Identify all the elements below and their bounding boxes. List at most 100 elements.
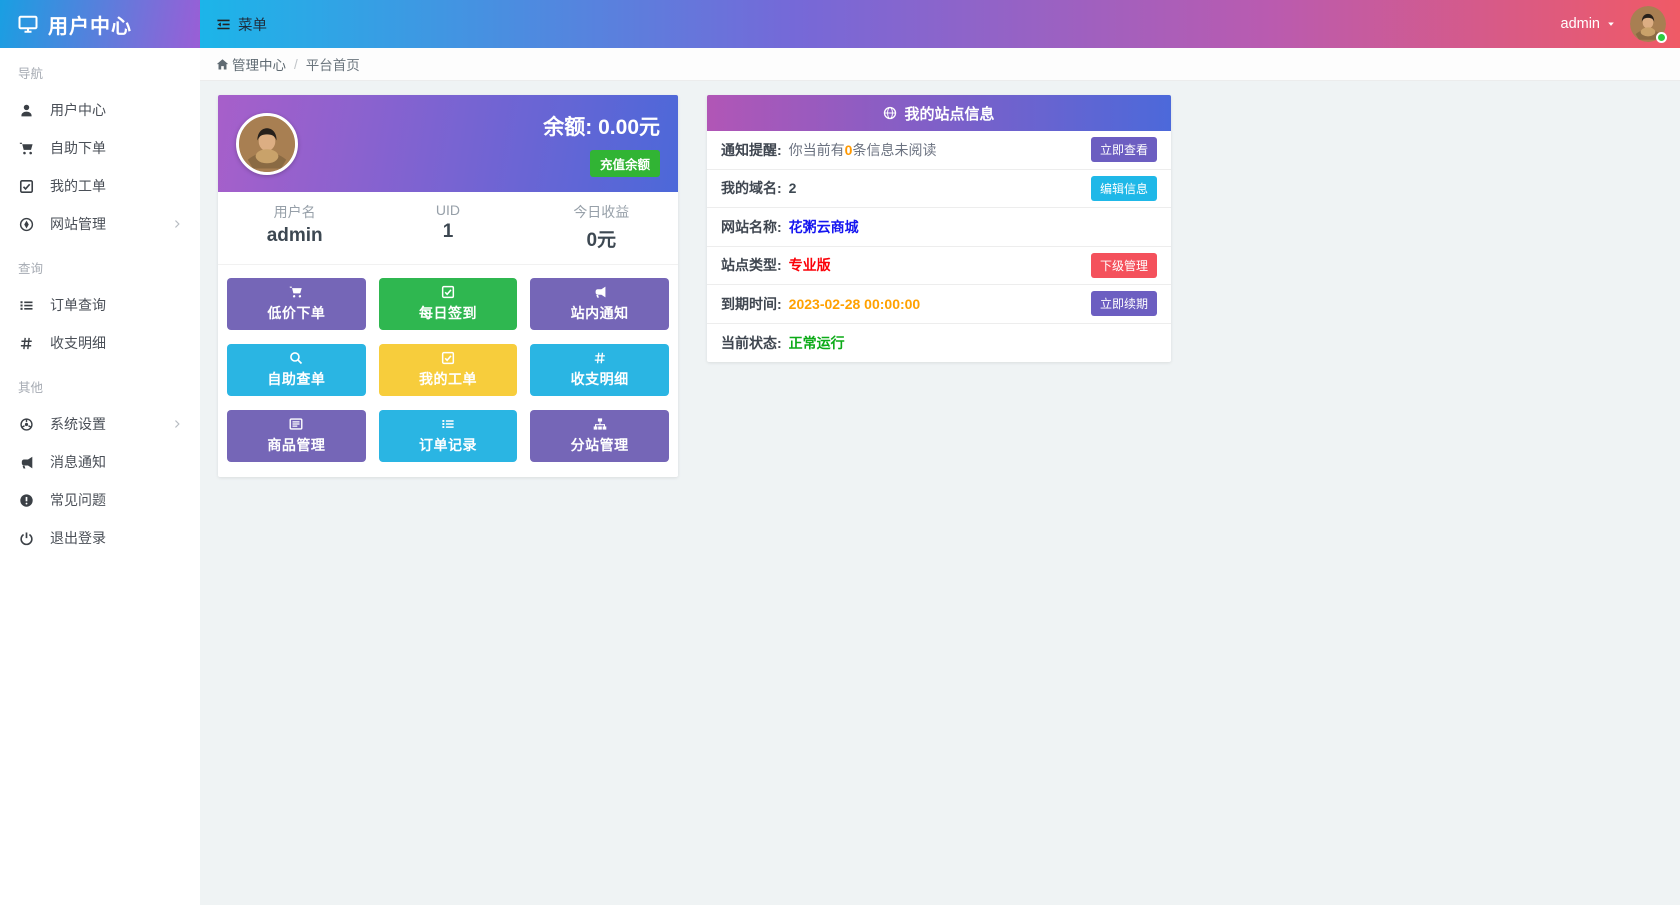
site-info-rows: 通知提醒:你当前有0条信息未阅读立即查看我的域名:2编辑信息网站名称:花粥云商城… [707, 131, 1171, 362]
row-label: 网站名称: [721, 217, 782, 237]
search-icon [289, 351, 303, 365]
profile-stat: 今日收益0元 [525, 202, 678, 252]
check-square-icon [441, 285, 455, 299]
site-info-row-expire-time: 到期时间: 2023-02-28 00:00:00 立即续期 [707, 285, 1171, 324]
sidebar-item-label: 网站管理 [50, 214, 106, 234]
menu-toggle-label: 菜单 [238, 14, 267, 35]
action-button-daily-checkin[interactable]: 每日签到 [379, 278, 518, 330]
row-value: 正常运行 [789, 333, 845, 353]
action-button-label: 每日签到 [419, 303, 477, 323]
sidebar-item-order-query[interactable]: 订单查询 [0, 286, 200, 324]
compass-icon [18, 217, 35, 232]
site-info-row-domain: 我的域名:2编辑信息 [707, 170, 1171, 209]
user-dropdown[interactable]: admin [1561, 16, 1617, 32]
topbar: 用户中心 菜单 admin [0, 0, 1680, 48]
cart-icon [18, 141, 35, 156]
cart-icon [289, 285, 303, 299]
caret-down-icon [1606, 19, 1616, 29]
sidebar-item-finance-detail[interactable]: 收支明细 [0, 324, 200, 362]
sidebar-item-my-tickets[interactable]: 我的工单 [0, 167, 200, 205]
content-area: 余额: 0.00元 充值余额 用户名adminUID1今日收益0元 低价下单 每日… [200, 81, 1680, 477]
sidebar-item-label: 收支明细 [50, 333, 106, 353]
row-label: 站点类型: [721, 255, 782, 275]
settings-icon [18, 417, 35, 432]
site-info-row-site-type: 站点类型: 专业版 下级管理 [707, 247, 1171, 286]
action-button-site-notice[interactable]: 站内通知 [530, 278, 669, 330]
breadcrumb-home-label: 管理中心 [232, 54, 286, 74]
check-square-icon [18, 179, 35, 194]
action-button-self-query[interactable]: 自助查单 [227, 344, 366, 396]
row-value: 2023-02-28 00:00:00 [789, 296, 921, 312]
sidebar-item-self-order[interactable]: 自助下单 [0, 129, 200, 167]
stat-label: 用户名 [218, 202, 371, 222]
site-info-title: 我的站点信息 [904, 103, 994, 124]
row-value: 2 [789, 180, 797, 196]
list-alt-icon [289, 417, 303, 431]
user-icon [18, 103, 35, 118]
action-button-label: 低价下单 [267, 303, 325, 323]
action-button-cheap-order[interactable]: 低价下单 [227, 278, 366, 330]
row-button-site-type[interactable]: 下级管理 [1091, 253, 1157, 278]
check-square-icon [441, 351, 455, 365]
sitemap-icon [593, 417, 607, 431]
breadcrumb-home-link[interactable]: 管理中心 [216, 54, 286, 74]
profile-card: 余额: 0.00元 充值余额 用户名adminUID1今日收益0元 低价下单 每日… [218, 95, 678, 477]
row-value-part: 条信息未阅读 [852, 142, 936, 158]
sidebar-item-user-center[interactable]: 用户中心 [0, 91, 200, 129]
recharge-button[interactable]: 充值余额 [590, 150, 660, 177]
stat-label: 今日收益 [525, 202, 678, 222]
profile-stats: 用户名adminUID1今日收益0元 [218, 192, 678, 265]
profile-stat: 用户名admin [218, 202, 371, 252]
row-button-domain[interactable]: 编辑信息 [1091, 176, 1157, 201]
power-icon [18, 531, 35, 546]
username-label: admin [1561, 16, 1601, 32]
sidebar-item-system-settings[interactable]: 系统设置 [0, 405, 200, 443]
profile-card-header: 余额: 0.00元 充值余额 [218, 95, 678, 192]
sidebar-item-faq[interactable]: 常见问题 [0, 481, 200, 519]
row-label: 到期时间: [721, 294, 782, 314]
globe-icon [883, 106, 897, 120]
row-value: 花粥云商城 [789, 217, 859, 237]
action-button-label: 收支明细 [571, 369, 629, 389]
row-value: 专业版 [789, 255, 831, 275]
sidebar-section-label: 导航 [0, 48, 200, 91]
balance-line: 余额: 0.00元 [543, 111, 660, 141]
sidebar-section-label: 其他 [0, 362, 200, 405]
balance-block: 余额: 0.00元 充值余额 [543, 111, 660, 177]
avatar[interactable] [1630, 6, 1666, 42]
action-button-label: 订单记录 [419, 435, 477, 455]
breadcrumb: 管理中心 / 平台首页 [200, 48, 1680, 81]
row-button-expire-time[interactable]: 立即续期 [1091, 291, 1157, 316]
sidebar-item-logout[interactable]: 退出登录 [0, 519, 200, 557]
sidebar-item-label: 自助下单 [50, 138, 106, 158]
menu-toggle-button[interactable]: 菜单 [200, 0, 283, 48]
monitor-icon [18, 14, 38, 34]
app-logo[interactable]: 用户中心 [0, 0, 200, 48]
site-info-row-notice: 通知提醒:你当前有0条信息未阅读立即查看 [707, 131, 1171, 170]
row-value: 你当前有0条信息未阅读 [789, 140, 937, 160]
sidebar-item-message-notice[interactable]: 消息通知 [0, 443, 200, 481]
action-button-substation-manage[interactable]: 分站管理 [530, 410, 669, 462]
megaphone-icon [593, 285, 607, 299]
action-button-goods-manage[interactable]: 商品管理 [227, 410, 366, 462]
profile-stat: UID1 [371, 202, 524, 252]
quick-actions-grid: 低价下单 每日签到 站内通知自助查单我的工单 收支明细商品管理 订单记录 分站管理 [218, 265, 678, 477]
action-button-my-ticket[interactable]: 我的工单 [379, 344, 518, 396]
action-button-finance-detail[interactable]: 收支明细 [530, 344, 669, 396]
action-button-label: 站内通知 [571, 303, 629, 323]
sidebar-item-label: 常见问题 [50, 490, 106, 510]
breadcrumb-separator: / [294, 57, 298, 72]
sidebar-item-label: 订单查询 [50, 295, 106, 315]
site-info-card: 我的站点信息 通知提醒:你当前有0条信息未阅读立即查看我的域名:2编辑信息网站名… [707, 95, 1171, 362]
action-button-label: 分站管理 [571, 435, 629, 455]
action-button-order-records[interactable]: 订单记录 [379, 410, 518, 462]
row-value-part: 你当前有 [789, 142, 845, 158]
row-value-part[interactable]: 花粥云商城 [789, 219, 859, 235]
sidebar-item-site-manage[interactable]: 网站管理 [0, 205, 200, 243]
stat-label: UID [371, 202, 524, 218]
balance-label: 余额: [543, 116, 592, 139]
app-title: 用户中心 [48, 10, 132, 39]
row-button-notice[interactable]: 立即查看 [1091, 137, 1157, 162]
balance-value: 0.00元 [598, 116, 660, 139]
sidebar-item-label: 消息通知 [50, 452, 106, 472]
